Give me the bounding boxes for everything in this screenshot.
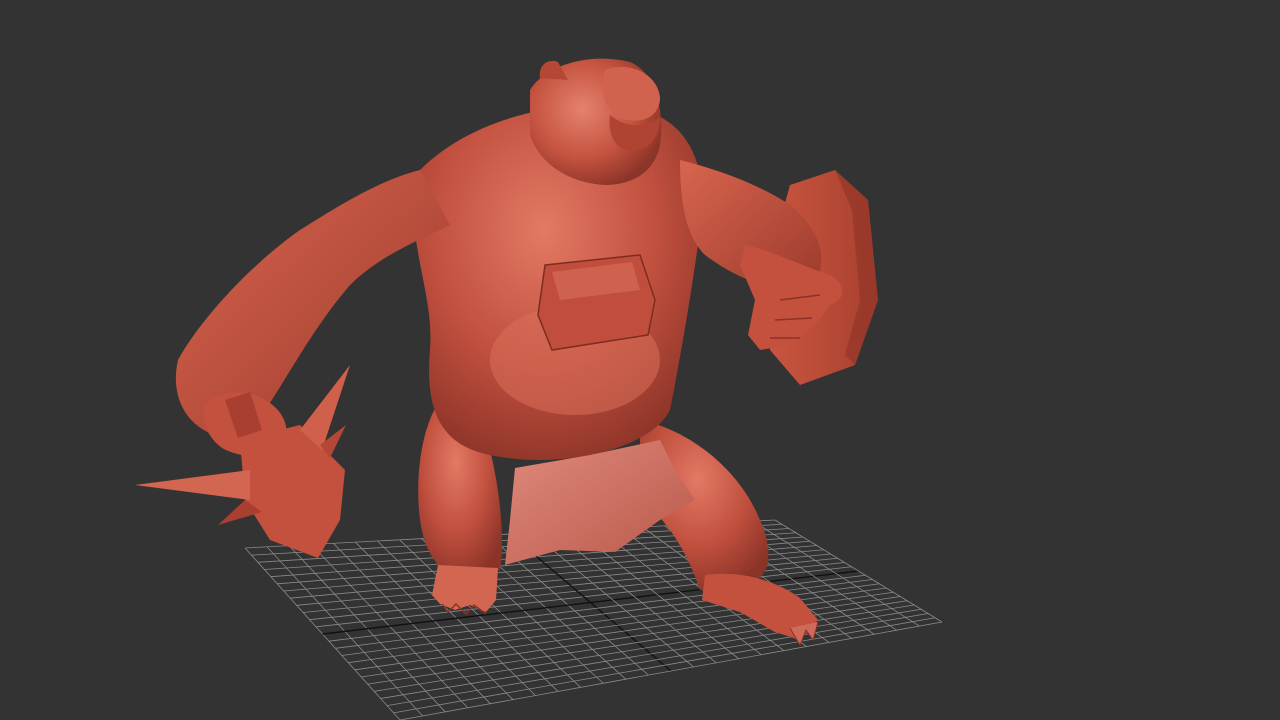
grid-line <box>367 600 908 685</box>
grid-line <box>361 596 901 678</box>
grid-line <box>387 613 929 707</box>
left-arm[interactable] <box>175 170 450 436</box>
bear-model[interactable] <box>135 58 878 647</box>
3d-viewport[interactable] <box>0 0 1280 720</box>
grid-line <box>380 608 922 699</box>
viewport-canvas[interactable] <box>0 0 1280 720</box>
mace-spike-left <box>135 470 250 500</box>
